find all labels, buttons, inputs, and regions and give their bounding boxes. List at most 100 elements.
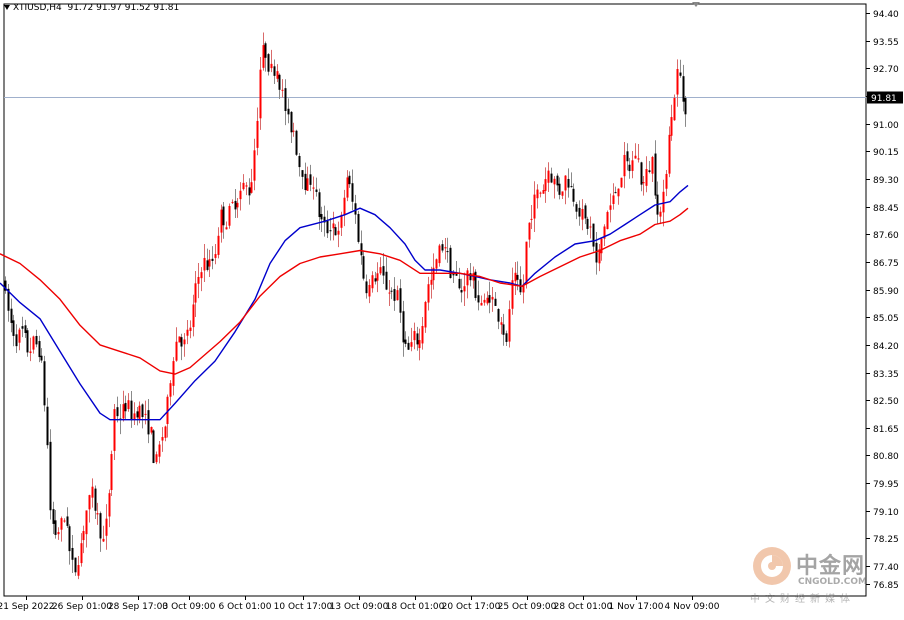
candle-body (640, 162, 643, 185)
candle-body (248, 187, 251, 196)
candle-body (197, 276, 200, 284)
candle-body (178, 336, 181, 343)
candle-body (388, 292, 391, 294)
candle-body (390, 290, 393, 292)
candle-body (43, 361, 46, 406)
candle-body (242, 182, 245, 190)
candle-body (250, 182, 253, 193)
candle-body (32, 336, 35, 350)
candle-body (122, 404, 125, 419)
candle-body (427, 284, 430, 303)
candle-body (494, 298, 497, 306)
candle-body (334, 227, 337, 236)
candle-body (522, 285, 525, 293)
candle-body (382, 266, 385, 276)
candle-body (458, 278, 461, 289)
chart-header: XTIUSD,H4 91.72 91.97 91.52 91.81 (4, 3, 179, 13)
candle-body (500, 322, 503, 325)
candle-body (259, 69, 262, 119)
candle-body (385, 271, 388, 290)
candle-body (141, 404, 144, 418)
candle-body (301, 170, 304, 177)
candle-body (220, 209, 223, 233)
candle-body (595, 242, 598, 263)
candle-body (396, 290, 399, 301)
candle-body (609, 205, 612, 210)
chart-area[interactable]: 94.4093.5592.7091.8591.0090.1589.3088.45… (0, 0, 904, 616)
candle-body (158, 444, 161, 457)
candle-body (54, 520, 57, 535)
x-tick-label: 4 Nov 09:00 (665, 602, 720, 612)
y-tick-label: 89.30 (873, 176, 899, 186)
plot-frame (3, 3, 867, 597)
candle-body (304, 173, 307, 191)
candle-body (68, 526, 71, 552)
y-tick-label: 88.45 (873, 204, 899, 214)
candle-body (71, 547, 74, 560)
candle-body (393, 289, 396, 301)
candle-body (670, 117, 673, 136)
candle-body (376, 273, 379, 281)
y-tick-label: 83.35 (873, 370, 899, 380)
candle-body (15, 334, 18, 347)
candle-body (77, 565, 80, 576)
candle-body (592, 223, 595, 247)
candle-body (189, 327, 192, 331)
y-tick-label: 90.15 (873, 148, 899, 158)
candle-body (572, 188, 575, 202)
candle-body (421, 325, 424, 344)
candle-body (40, 355, 43, 361)
candle-body (357, 213, 360, 242)
candle-body (626, 151, 629, 162)
candle-body (516, 274, 519, 280)
candle-body (679, 72, 682, 76)
candle-body (144, 413, 147, 415)
dropdown-triangle-icon[interactable] (4, 5, 10, 10)
open-value: 91.72 (67, 3, 94, 13)
candle-body (614, 192, 617, 194)
candle-body (105, 518, 108, 536)
candle-body (12, 320, 15, 336)
candle-body (276, 71, 279, 79)
candle-body (164, 426, 167, 438)
candle-body (542, 190, 545, 194)
candle-body (416, 333, 419, 345)
candle-body (483, 299, 486, 303)
close-value: 91.81 (153, 3, 180, 13)
candle-body (435, 259, 438, 269)
candle-body (623, 154, 626, 177)
candle-body (466, 270, 469, 286)
candle-body (654, 153, 657, 196)
watermark-tagline: 中文财经新媒体 (750, 594, 855, 605)
symbol-timeframe: XTIUSD,H4 (13, 3, 62, 13)
price-chart[interactable]: 94.4093.5592.7091.8591.0090.1589.3088.45… (0, 0, 904, 616)
watermark-logo: 中金网 CNGOLD.COM 中文财经新媒体 (750, 544, 900, 606)
candle-body (236, 202, 239, 208)
candle-body (556, 175, 559, 186)
candle-body (578, 207, 581, 217)
candle-body (298, 155, 301, 168)
candle-body (94, 488, 97, 511)
candle-body (35, 335, 38, 345)
candle-body (438, 245, 441, 264)
candle-body (508, 309, 511, 342)
candle-body (234, 200, 237, 210)
candle-body (130, 400, 133, 421)
candle-body (575, 204, 578, 212)
y-tick-label: 79.10 (873, 508, 899, 518)
candle-body (477, 295, 480, 303)
candle-body (463, 286, 466, 292)
candle-body (612, 195, 615, 204)
candle-body (628, 164, 631, 172)
candle-body (337, 230, 340, 235)
candle-body (222, 206, 225, 226)
candle-body (208, 259, 211, 267)
candle-body (108, 493, 111, 517)
candle-body (424, 301, 427, 328)
candle-body (441, 244, 444, 251)
candle-body (491, 296, 494, 300)
x-tick-label: 13 Oct 09:00 (330, 602, 389, 612)
candle-body (175, 341, 178, 361)
candle-body (306, 178, 309, 191)
candle-body (309, 174, 312, 185)
